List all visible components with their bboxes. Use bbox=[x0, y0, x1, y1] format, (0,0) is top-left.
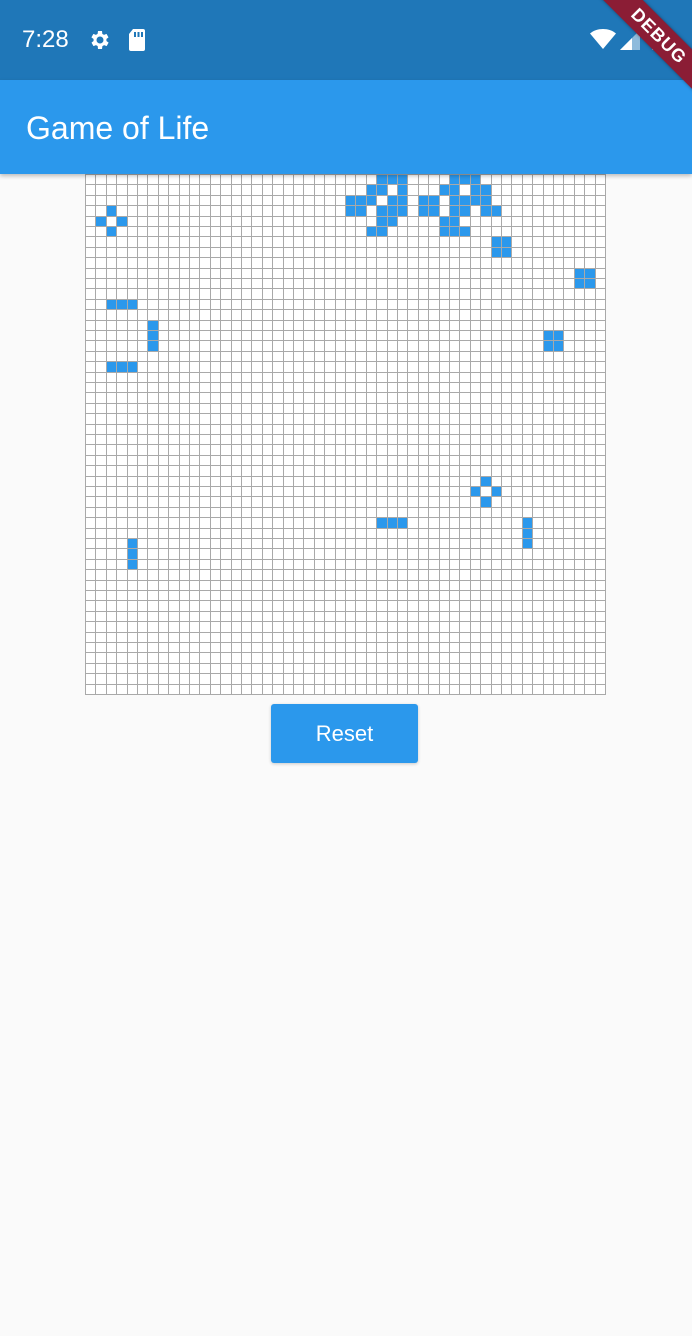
sd-card-icon bbox=[127, 28, 147, 57]
page-title: Game of Life bbox=[26, 110, 210, 146]
cell-signal-icon bbox=[620, 30, 640, 55]
reset-button[interactable]: Reset bbox=[271, 704, 418, 763]
battery-icon bbox=[652, 26, 666, 55]
grid-cell[interactable] bbox=[594, 683, 606, 695]
wifi-icon bbox=[590, 28, 616, 55]
status-time: 7:28 bbox=[22, 26, 69, 53]
status-bar: 7:28 bbox=[0, 0, 692, 80]
settings-gear-icon bbox=[88, 28, 112, 57]
app-bar: Game of Life bbox=[0, 80, 692, 174]
life-grid[interactable] bbox=[85, 174, 606, 695]
